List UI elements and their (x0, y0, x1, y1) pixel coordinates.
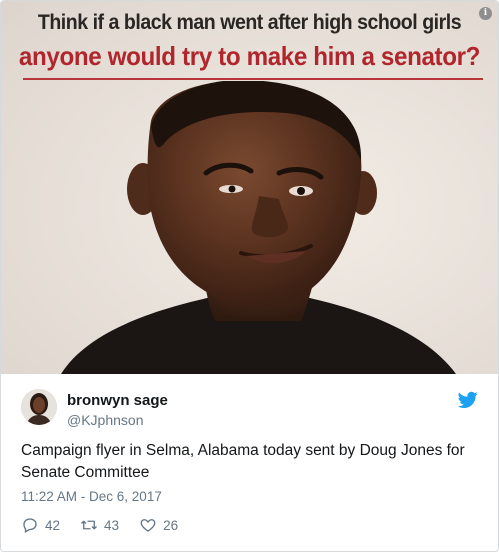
user-handle[interactable]: @KJphnson (67, 412, 143, 428)
like-button[interactable]: 26 (139, 516, 178, 534)
flyer-headline-line2: anyone would try to make him a senator? (18, 41, 481, 71)
twitter-bird-icon[interactable] (458, 391, 478, 409)
info-icon[interactable]: i (479, 7, 492, 20)
retweet-count: 43 (104, 517, 120, 533)
flyer-divider (23, 78, 483, 80)
display-name[interactable]: bronwyn sage (67, 392, 168, 409)
avatar-image (21, 389, 57, 425)
embedded-tweet-card: Think if a black man went after high sch… (0, 0, 499, 552)
tweet-actions: 42 43 26 (21, 516, 198, 534)
reply-icon (23, 518, 37, 533)
tweet-media-image[interactable]: Think if a black man went after high sch… (1, 1, 498, 374)
reply-count: 42 (45, 517, 61, 533)
avatar[interactable] (21, 389, 57, 425)
heart-icon (140, 519, 156, 532)
flyer-portrait-photo (61, 81, 456, 374)
tweet-text: Campaign flyer in Selma, Alabama today s… (21, 442, 465, 481)
reply-button[interactable]: 42 (21, 516, 60, 534)
retweet-icon (81, 520, 98, 530)
flyer-headline-line1: Think if a black man went after high sch… (37, 11, 462, 34)
retweet-button[interactable]: 43 (80, 516, 119, 534)
tweet-timestamp[interactable]: 11:22 AM - Dec 6, 2017 (21, 489, 162, 504)
like-count: 26 (163, 517, 179, 533)
